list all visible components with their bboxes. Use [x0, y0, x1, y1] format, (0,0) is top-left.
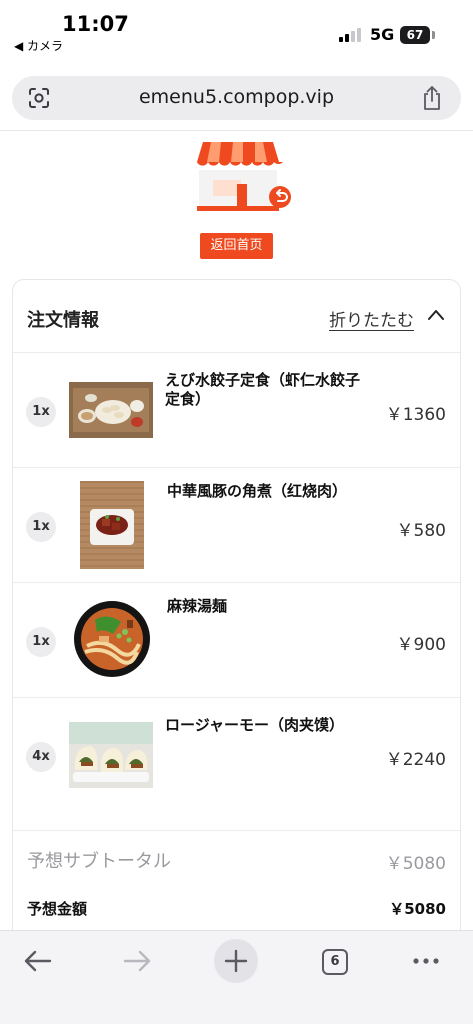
- quantity-badge: 1x: [26, 627, 56, 657]
- quantity-badge: 4x: [26, 742, 56, 772]
- order-header: 注文情報 折りたたむ: [13, 280, 460, 353]
- signal-icon: [339, 28, 365, 42]
- status-time: 11:07: [62, 12, 129, 36]
- quantity-badge: 1x: [26, 512, 56, 542]
- divider: [0, 130, 473, 131]
- spicy-noodle-photo: [73, 600, 151, 678]
- subtotal-label: 予想サブトータル: [27, 851, 171, 872]
- subtotal-value: ￥5080: [385, 854, 446, 874]
- item-name: 中華風豚の角煮（红烧肉）: [167, 482, 348, 500]
- more-icon[interactable]: [404, 939, 448, 983]
- battery-cap: [432, 31, 435, 39]
- total-value: ￥5080: [389, 900, 446, 918]
- divider: [13, 830, 460, 831]
- item-price: ￥2240: [385, 750, 446, 770]
- order-item: 1x 中華風豚の角煮（红烧肉） ￥580: [13, 468, 460, 583]
- braised-pork-photo: [80, 481, 144, 569]
- tab-count: 6: [322, 949, 348, 975]
- order-title: 注文情報: [27, 310, 99, 331]
- chevron-up-icon[interactable]: [427, 308, 445, 322]
- item-price: ￥580: [396, 521, 446, 541]
- quantity-badge: 1x: [26, 397, 56, 427]
- order-item: 4x ロージャーモー（肉夹馍） ￥2240: [13, 698, 460, 813]
- item-price: ￥900: [396, 635, 446, 655]
- battery-icon: 67: [400, 26, 430, 44]
- back-to-home-button[interactable]: 返回首页: [200, 233, 273, 259]
- order-item: 1x えび水餃子定食（虾仁水餃子定食） ￥1360: [13, 353, 460, 468]
- shop-icon: [197, 142, 291, 211]
- order-info-card: 注文情報 折りたたむ 1x えび水餃子定食（虾仁水餃子定食） ￥1360 1x: [12, 279, 461, 959]
- item-name: 麻辣湯麺: [167, 597, 228, 615]
- roujiamo-photo: [69, 722, 153, 788]
- item-price: ￥1360: [385, 405, 446, 425]
- dumpling-set-photo: [69, 382, 153, 438]
- forward-arrow-icon[interactable]: [115, 939, 159, 983]
- item-name: ロージャーモー（肉夹馍）: [165, 716, 344, 734]
- plus-icon: [224, 949, 248, 973]
- address-bar[interactable]: emenu5.compop.vip: [12, 76, 461, 120]
- browser-toolbar: 6: [0, 930, 473, 1024]
- total-label: 予想金額: [27, 900, 88, 918]
- order-item: 1x 麻辣湯麺 ￥900: [13, 583, 460, 698]
- network-type: 5G: [370, 25, 395, 44]
- new-tab-button[interactable]: [214, 939, 258, 983]
- url-text: emenu5.compop.vip: [138, 86, 335, 108]
- collapse-link[interactable]: 折りたたむ: [329, 306, 414, 331]
- tabs-button[interactable]: 6: [313, 939, 357, 983]
- share-icon[interactable]: [420, 85, 444, 111]
- status-bar: 11:07 ◀ カメラ 5G 67: [0, 0, 473, 62]
- back-arrow-icon[interactable]: [16, 939, 60, 983]
- item-name: えび水餃子定食（虾仁水餃子定食）: [165, 371, 361, 408]
- back-to-app-link[interactable]: ◀ カメラ: [14, 37, 63, 54]
